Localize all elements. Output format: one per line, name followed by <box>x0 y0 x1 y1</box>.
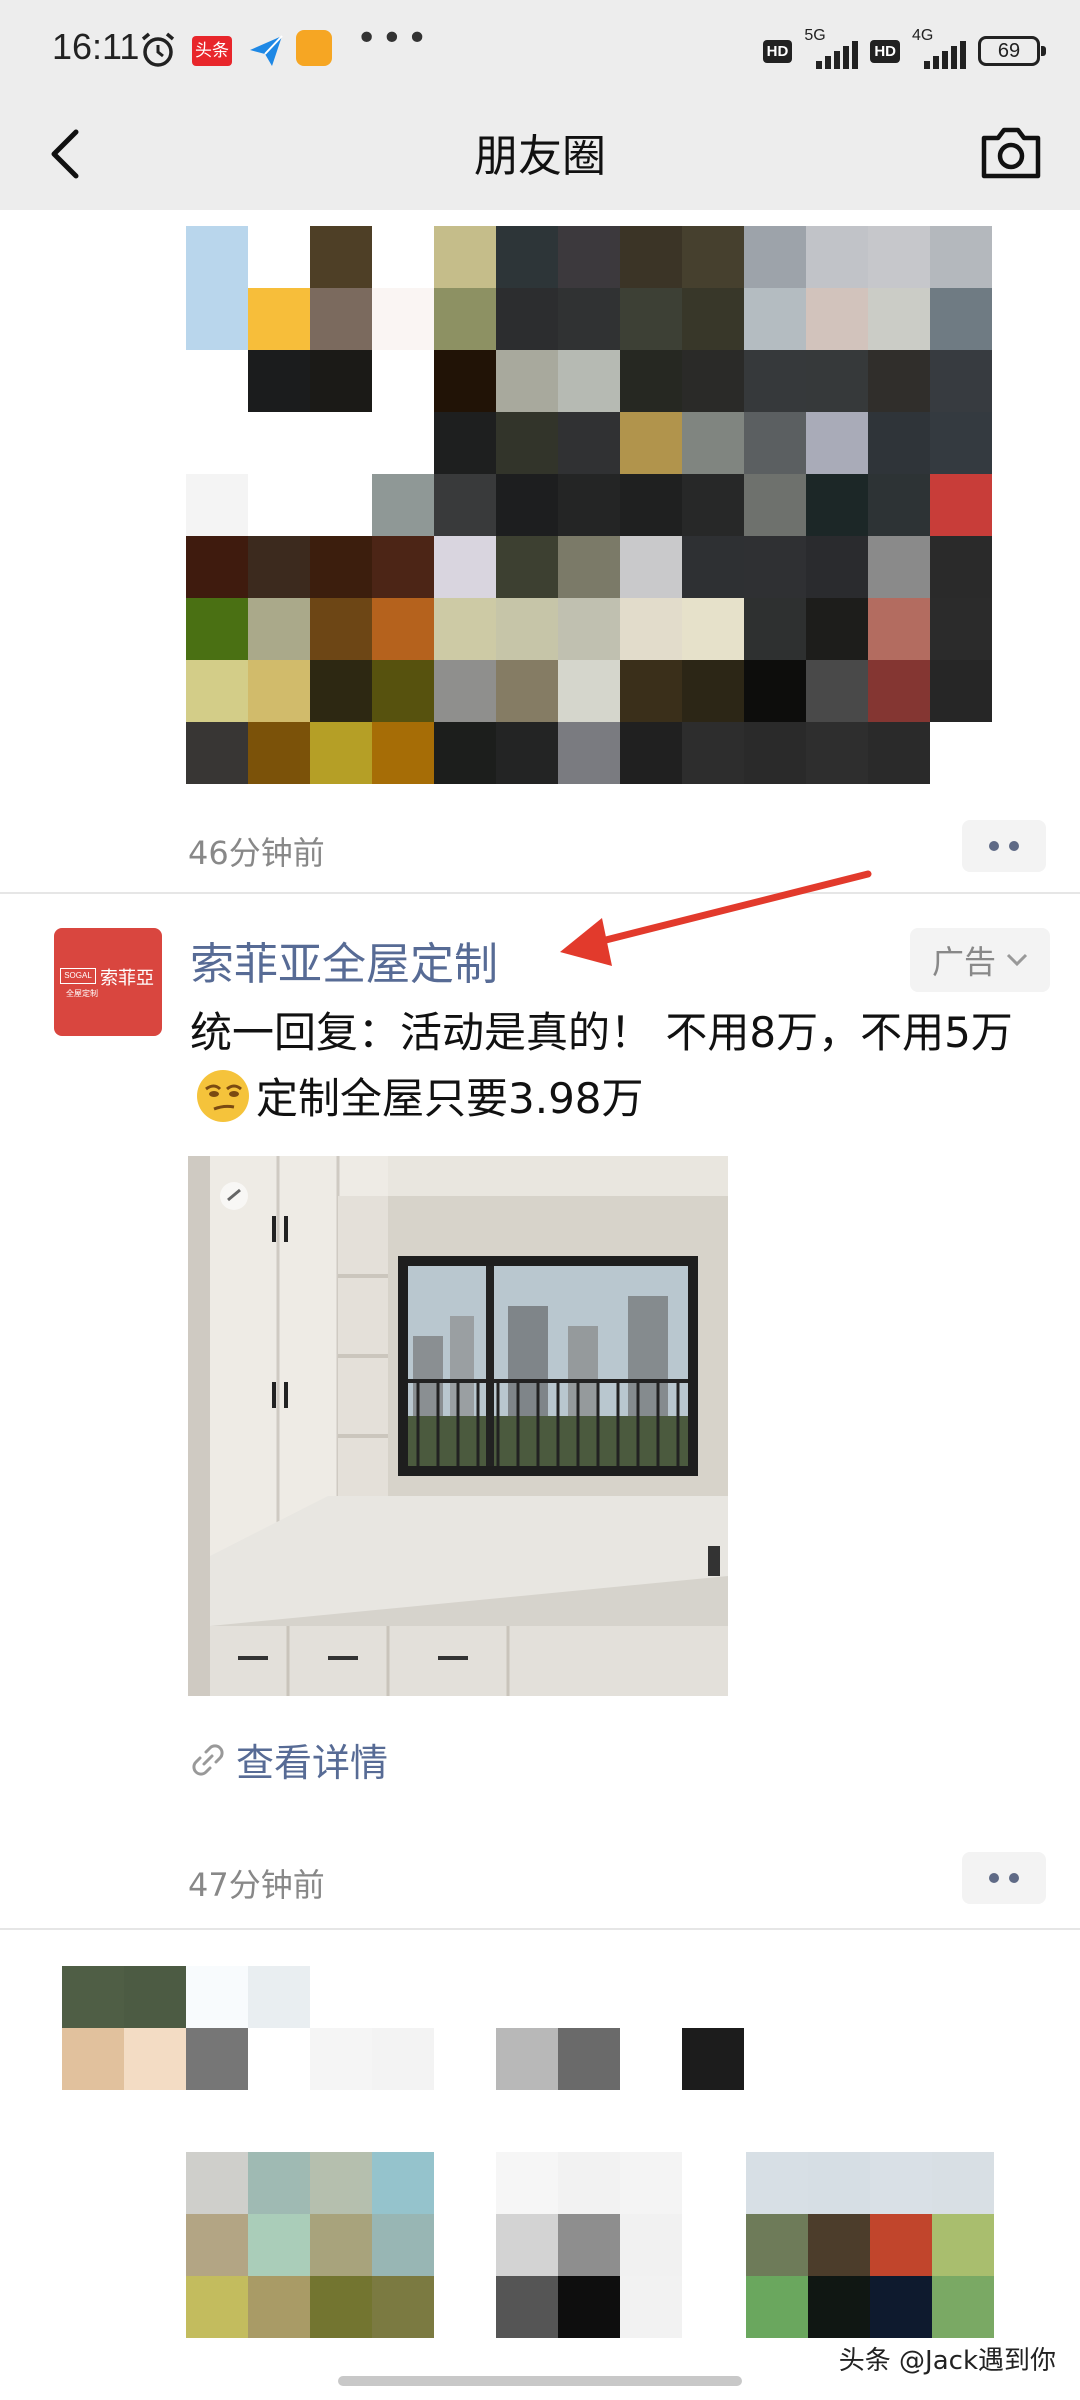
alarm-icon <box>141 32 175 67</box>
signal-4g-icon: 4G <box>910 27 968 71</box>
red-arrow-annotation <box>560 870 872 966</box>
avatar-logo-cn: 索菲亞 <box>100 968 154 989</box>
status-indicators: HD 5G HD 4G 69 <box>762 27 1046 74</box>
dot-icon <box>1009 841 1019 851</box>
nav-bar: 朋友圈 <box>0 96 1080 210</box>
view-details-label: 查看详情 <box>236 1741 389 1785</box>
page-title: 朋友圈 <box>474 131 606 182</box>
ad-label-dropdown[interactable]: 广告 <box>910 928 1050 992</box>
post-divider <box>0 1928 1080 1930</box>
post-timestamp: 46分钟前 <box>188 834 325 872</box>
ad-text-part1: 统一回复：活动是真的！ 不用8万，不用5万 <box>190 1008 1013 1057</box>
avatar-logo-en: SOGAL <box>60 968 96 984</box>
paper-plane-icon <box>250 35 283 66</box>
hd-badge-2: HD <box>870 39 900 63</box>
chevron-down-icon <box>1006 953 1028 967</box>
more-notifications-icon: ••• <box>356 18 432 59</box>
room-photo[interactable] <box>188 1156 728 1696</box>
battery-icon: 69 <box>978 36 1046 66</box>
signal-5g-icon: 5G <box>802 27 860 71</box>
grid-image-3[interactable] <box>746 2152 994 2338</box>
watermark: 头条 @Jack遇到你 <box>838 2346 1056 2376</box>
smirk-emoji-icon <box>197 1070 249 1122</box>
toutiao-app-icon: 头条 <box>192 36 232 66</box>
advertiser-name[interactable]: 索菲亚全屋定制 <box>190 928 498 992</box>
post-avatar-mosaic[interactable] <box>62 1966 434 2090</box>
status-bar: 16:11 头条 ••• HD 5G HD 4G 69 <box>0 0 1080 96</box>
home-indicator[interactable] <box>338 2376 742 2386</box>
ad-label: 广告 <box>931 943 996 981</box>
camera-icon[interactable] <box>976 118 1046 188</box>
grid-image-2[interactable] <box>496 2152 744 2338</box>
avatar-logo-sub: 全屋定制 <box>66 989 98 998</box>
status-time: 16:11 <box>52 26 140 67</box>
ad-text: 统一回复：活动是真的！ 不用8万，不用5万 定制全屋只要3.98万 <box>190 1000 1050 1132</box>
dot-icon <box>989 841 999 851</box>
post-actions-button[interactable] <box>962 820 1046 872</box>
notes-app-icon <box>296 30 332 66</box>
dot-icon <box>989 1873 999 1883</box>
hd-badge-1: HD <box>762 39 793 63</box>
grid-image-1[interactable] <box>186 2152 434 2338</box>
ad-timestamp: 47分钟前 <box>188 1866 325 1904</box>
ad-actions-button[interactable] <box>962 1852 1046 1904</box>
view-details-link[interactable]: 查看详情 <box>190 1732 388 1787</box>
advertiser-avatar[interactable]: SOGAL 索菲亞 全屋定制 <box>54 928 162 1036</box>
ad-text-part2: 定制全屋只要3.98万 <box>256 1074 644 1123</box>
post-text-mosaic <box>496 2028 744 2090</box>
post-image[interactable] <box>186 226 1006 788</box>
link-icon <box>192 1743 224 1776</box>
dot-icon <box>1009 1873 1019 1883</box>
